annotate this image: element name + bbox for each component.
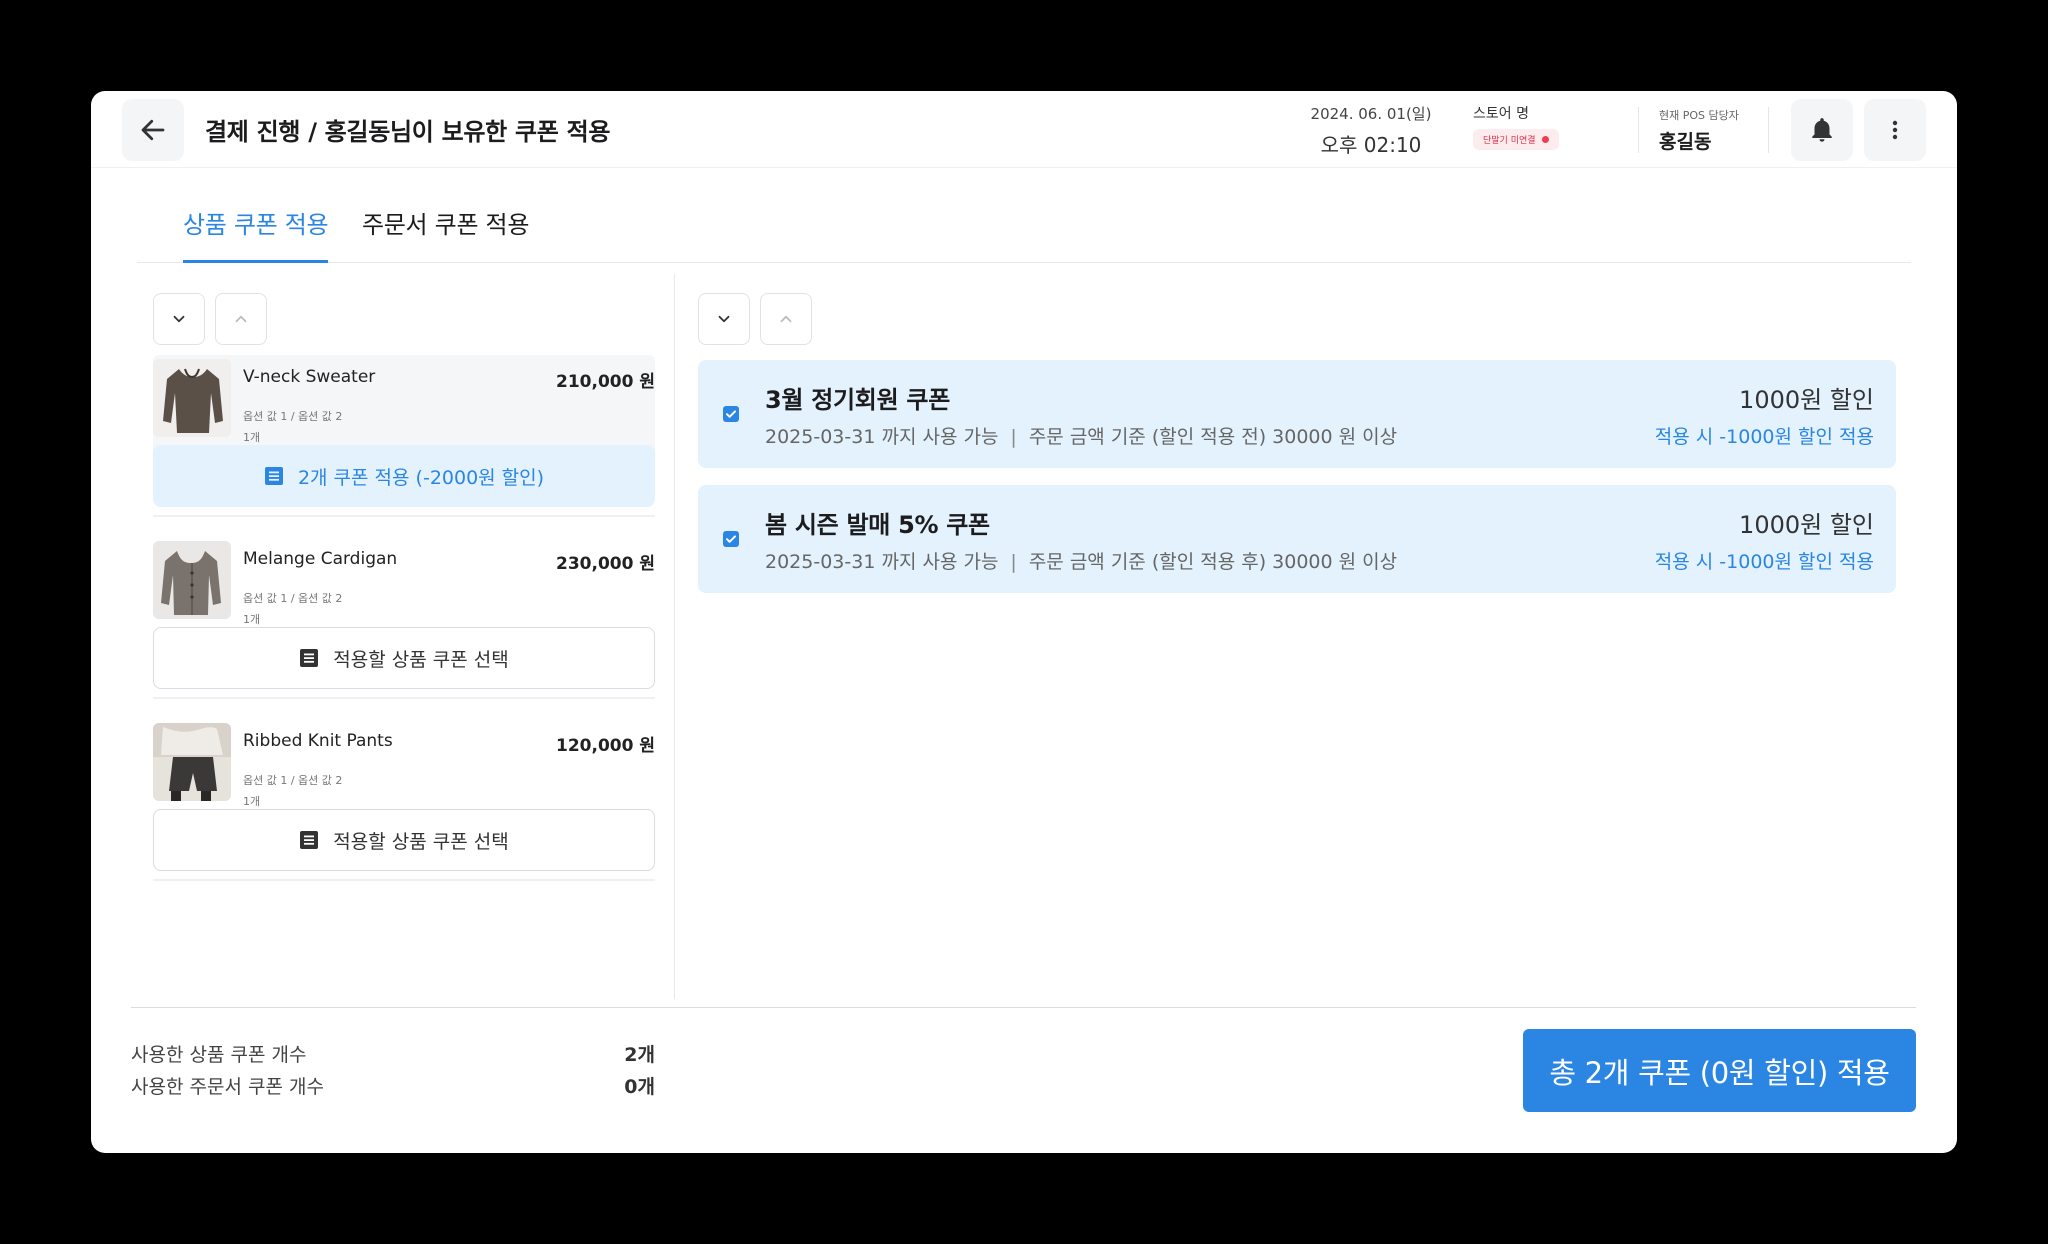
product-price: 120,000 원 [556, 736, 655, 756]
select-coupon-label: 적용할 상품 쿠폰 선택 [333, 648, 509, 671]
status-dot-icon [1541, 136, 1549, 143]
product-coupon-count: 2개 [624, 1044, 655, 1066]
product-name: Melange Cardigan [243, 549, 398, 569]
product-item: Melange Cardigan 230,000 원 옵션 값 1 / 옵션 값… [153, 537, 655, 709]
device-frame: 결제 진행 / 홍길동님이 보유한 쿠폰 적용 2024. 06. 01(일) 오후… [0, 0, 2048, 1244]
staff-label: 현재 POS 담당자 [1659, 109, 1739, 122]
select-coupon-label: 적용할 상품 쿠폰 선택 [333, 830, 509, 853]
coupon-condition: 주문 금액 기준 (할인 적용 후) 30000 원 이상 [1028, 551, 1398, 573]
coupon-description: 2025-03-31 까지 사용 가능 | 주문 금액 기준 (할인 적용 후) 3… [765, 547, 1397, 574]
footer-divider [131, 1007, 1916, 1008]
product-divider [153, 515, 655, 517]
app-header: 결제 진행 / 홍길동님이 보유한 쿠폰 적용 2024. 06. 01(일) 오후… [91, 91, 1957, 168]
coupon-validity: 2025-03-31 까지 사용 가능 [765, 551, 999, 573]
product-price: 230,000 원 [556, 554, 655, 574]
list-icon [300, 649, 319, 667]
applied-coupons-label: 2개 쿠폰 적용 (-2000원 할인) [297, 466, 545, 489]
scroll-up-button[interactable] [215, 293, 267, 345]
back-arrow-icon [141, 119, 165, 141]
terminal-status-text: 단말기 미연결 [1483, 136, 1536, 146]
staff-name: 홍길동 [1659, 131, 1712, 153]
notification-button[interactable] [1791, 99, 1853, 161]
app-screen: 결제 진행 / 홍길동님이 보유한 쿠폰 적용 2024. 06. 01(일) 오후… [91, 91, 1957, 1153]
store-name: 스토어 명 [1473, 106, 1529, 122]
checkbox-checked-icon [726, 535, 736, 543]
store-info: 스토어 명 단말기 미연결 [1473, 103, 1559, 150]
time-text: 오후 02:10 [1320, 133, 1422, 157]
date-text: 2024. 06. 01(일) [1310, 105, 1432, 123]
product-divider [153, 697, 655, 699]
product-item: V-neck Sweater 210,000 원 옵션 값 1 / 옵션 값 2… [153, 355, 655, 527]
breadcrumb-separator: / [308, 118, 317, 146]
order-coupon-count-label: 사용한 주문서 쿠폰 개수 [131, 1076, 324, 1098]
coupon-amount: 1000원 할인 [1739, 386, 1874, 414]
more-vertical-icon [1892, 120, 1898, 140]
coupon-separator: | [1010, 551, 1017, 573]
select-coupon-button[interactable]: 적용할 상품 쿠폰 선택 [153, 627, 655, 689]
coupon-separator: | [1010, 426, 1017, 448]
product-quantity: 1개 [243, 613, 261, 626]
checkbox-checked-icon [726, 410, 736, 418]
product-price: 210,000 원 [556, 372, 655, 392]
terminal-status-badge: 단말기 미연결 [1473, 129, 1559, 150]
coupon-tabs: 상품 쿠폰 적용 주문서 쿠폰 적용 [137, 205, 1911, 263]
coupon-description: 2025-03-31 까지 사용 가능 | 주문 금액 기준 (할인 적용 전) 3… [765, 422, 1397, 449]
coupon-checkbox[interactable] [723, 406, 739, 422]
product-thumbnail [153, 723, 231, 801]
tab-order-coupon[interactable]: 주문서 쿠폰 적용 [362, 205, 529, 263]
coupon-validity: 2025-03-31 까지 사용 가능 [765, 426, 999, 448]
coupon-scroll-up-button[interactable] [760, 293, 812, 345]
applied-coupons-button[interactable]: 2개 쿠폰 적용 (-2000원 할인) [153, 445, 655, 507]
product-thumbnail [153, 541, 231, 619]
list-icon [300, 831, 319, 849]
scroll-down-button[interactable] [153, 293, 205, 345]
panel-divider [674, 274, 675, 999]
coupon-amount: 1000원 할인 [1739, 511, 1874, 539]
coupon-condition: 주문 금액 기준 (할인 적용 전) 30000 원 이상 [1028, 426, 1398, 448]
chevron-down-icon [718, 315, 730, 323]
bell-icon [1812, 118, 1832, 142]
product-coupon-count-label: 사용한 상품 쿠폰 개수 [131, 1044, 307, 1066]
product-thumbnail [153, 359, 231, 437]
breadcrumb-main: 결제 진행 [205, 118, 301, 146]
product-name: Ribbed Knit Pants [243, 731, 393, 751]
coupon-scroll-down-button[interactable] [698, 293, 750, 345]
product-quantity: 1개 [243, 431, 261, 444]
header-divider [1768, 107, 1769, 153]
datetime: 2024. 06. 01(일) 오후 02:10 [1271, 103, 1471, 158]
list-icon [264, 467, 283, 485]
apply-coupons-button[interactable]: 총 2개 쿠폰 (0원 할인) 적용 [1523, 1029, 1916, 1112]
coupon-name: 봄 시즌 발매 5% 쿠폰 [765, 511, 990, 539]
page-title: 결제 진행 / 홍길동님이 보유한 쿠폰 적용 [205, 112, 610, 147]
coupon-card[interactable]: 봄 시즌 발매 5% 쿠폰 2025-03-31 까지 사용 가능 | 주문 금액 … [698, 485, 1896, 593]
coupon-applied-text: 적용 시 -1000원 할인 적용 [1654, 551, 1874, 573]
header-divider [1638, 107, 1639, 153]
chevron-down-icon [173, 315, 185, 323]
product-options: 옵션 값 1 / 옵션 값 2 [243, 592, 343, 605]
product-options: 옵션 값 1 / 옵션 값 2 [243, 774, 343, 787]
product-item: Ribbed Knit Pants 120,000 원 옵션 값 1 / 옵션 … [153, 719, 655, 891]
product-quantity: 1개 [243, 795, 261, 808]
coupon-name: 3월 정기회원 쿠폰 [765, 386, 950, 414]
chevron-up-icon [780, 315, 792, 323]
product-options: 옵션 값 1 / 옵션 값 2 [243, 410, 343, 423]
coupon-card[interactable]: 3월 정기회원 쿠폰 2025-03-31 까지 사용 가능 | 주문 금액 기준 … [698, 360, 1896, 468]
product-divider [153, 879, 655, 881]
staff-info: 현재 POS 담당자 홍길동 [1659, 107, 1739, 154]
more-menu-button[interactable] [1864, 99, 1926, 161]
product-name: V-neck Sweater [243, 367, 376, 387]
back-button[interactable] [122, 99, 184, 161]
breadcrumb-sub: 홍길동님이 보유한 쿠폰 적용 [324, 118, 611, 146]
order-coupon-count: 0개 [624, 1076, 655, 1098]
tab-product-coupon[interactable]: 상품 쿠폰 적용 [183, 205, 329, 263]
coupon-applied-text: 적용 시 -1000원 할인 적용 [1654, 426, 1874, 448]
select-coupon-button[interactable]: 적용할 상품 쿠폰 선택 [153, 809, 655, 871]
coupon-checkbox[interactable] [723, 531, 739, 547]
chevron-up-icon [235, 315, 247, 323]
